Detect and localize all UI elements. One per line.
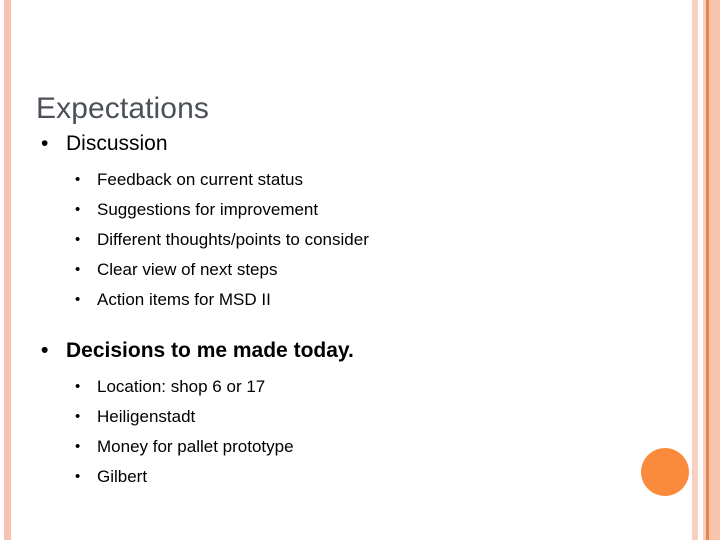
list-item: • Suggestions for improvement	[0, 195, 680, 225]
bullet-icon: •	[75, 231, 81, 248]
bullet-icon: •	[75, 171, 81, 188]
outline-level-1-list: • Discussion • Feedback on current statu…	[0, 128, 680, 492]
bullet-icon: •	[75, 438, 81, 455]
list-item: • Heiligenstadt	[0, 402, 680, 432]
outline-level-1-label: Decisions to me made today.	[66, 339, 354, 362]
bullet-icon: •	[75, 261, 81, 278]
bullet-icon: •	[41, 339, 49, 362]
outline-item-decisions: • Decisions to me made today.	[0, 335, 680, 366]
bullet-icon: •	[75, 408, 81, 425]
outline-item-discussion: • Discussion	[0, 128, 680, 159]
list-item-label: Clear view of next steps	[97, 260, 278, 279]
bullet-icon: •	[75, 201, 81, 218]
list-item: • Feedback on current status	[0, 165, 680, 195]
list-item-label: Feedback on current status	[97, 170, 304, 189]
list-item: • Money for pallet prototype	[0, 432, 680, 462]
slide-body: • Discussion • Feedback on current statu…	[0, 128, 680, 492]
bullet-icon: •	[75, 468, 81, 485]
bullet-icon: •	[75, 291, 81, 308]
list-item-label: Location: shop 6 or 17	[97, 377, 266, 396]
right-decorative-stripe-wide	[709, 0, 720, 540]
page-title: Expectations	[36, 92, 209, 126]
outline-level-2-list-decisions: • Location: shop 6 or 17 • Heiligenstadt…	[0, 372, 680, 492]
list-item-label: Suggestions for improvement	[97, 200, 319, 219]
list-item-label: Gilbert	[97, 467, 148, 486]
list-item: • Action items for MSD II	[0, 285, 680, 315]
list-item-label: Money for pallet prototype	[97, 437, 294, 456]
list-item: • Gilbert	[0, 462, 680, 492]
slide-canvas: Expectations • Discussion • Feedback on …	[0, 0, 720, 540]
outline-level-1-label: Discussion	[66, 132, 168, 155]
list-item: • Clear view of next steps	[0, 255, 680, 285]
list-item-label: Action items for MSD II	[97, 290, 271, 309]
list-item: • Location: shop 6 or 17	[0, 372, 680, 402]
list-item-label: Heiligenstadt	[97, 407, 196, 426]
outline-level-2-list-discussion: • Feedback on current status • Suggestio…	[0, 165, 680, 315]
right-decorative-stripe-outer	[692, 0, 698, 540]
bullet-icon: •	[75, 378, 81, 395]
bullet-icon: •	[41, 132, 49, 155]
list-item: • Different thoughts/points to consider	[0, 225, 680, 255]
list-item-label: Different thoughts/points to consider	[97, 230, 369, 249]
